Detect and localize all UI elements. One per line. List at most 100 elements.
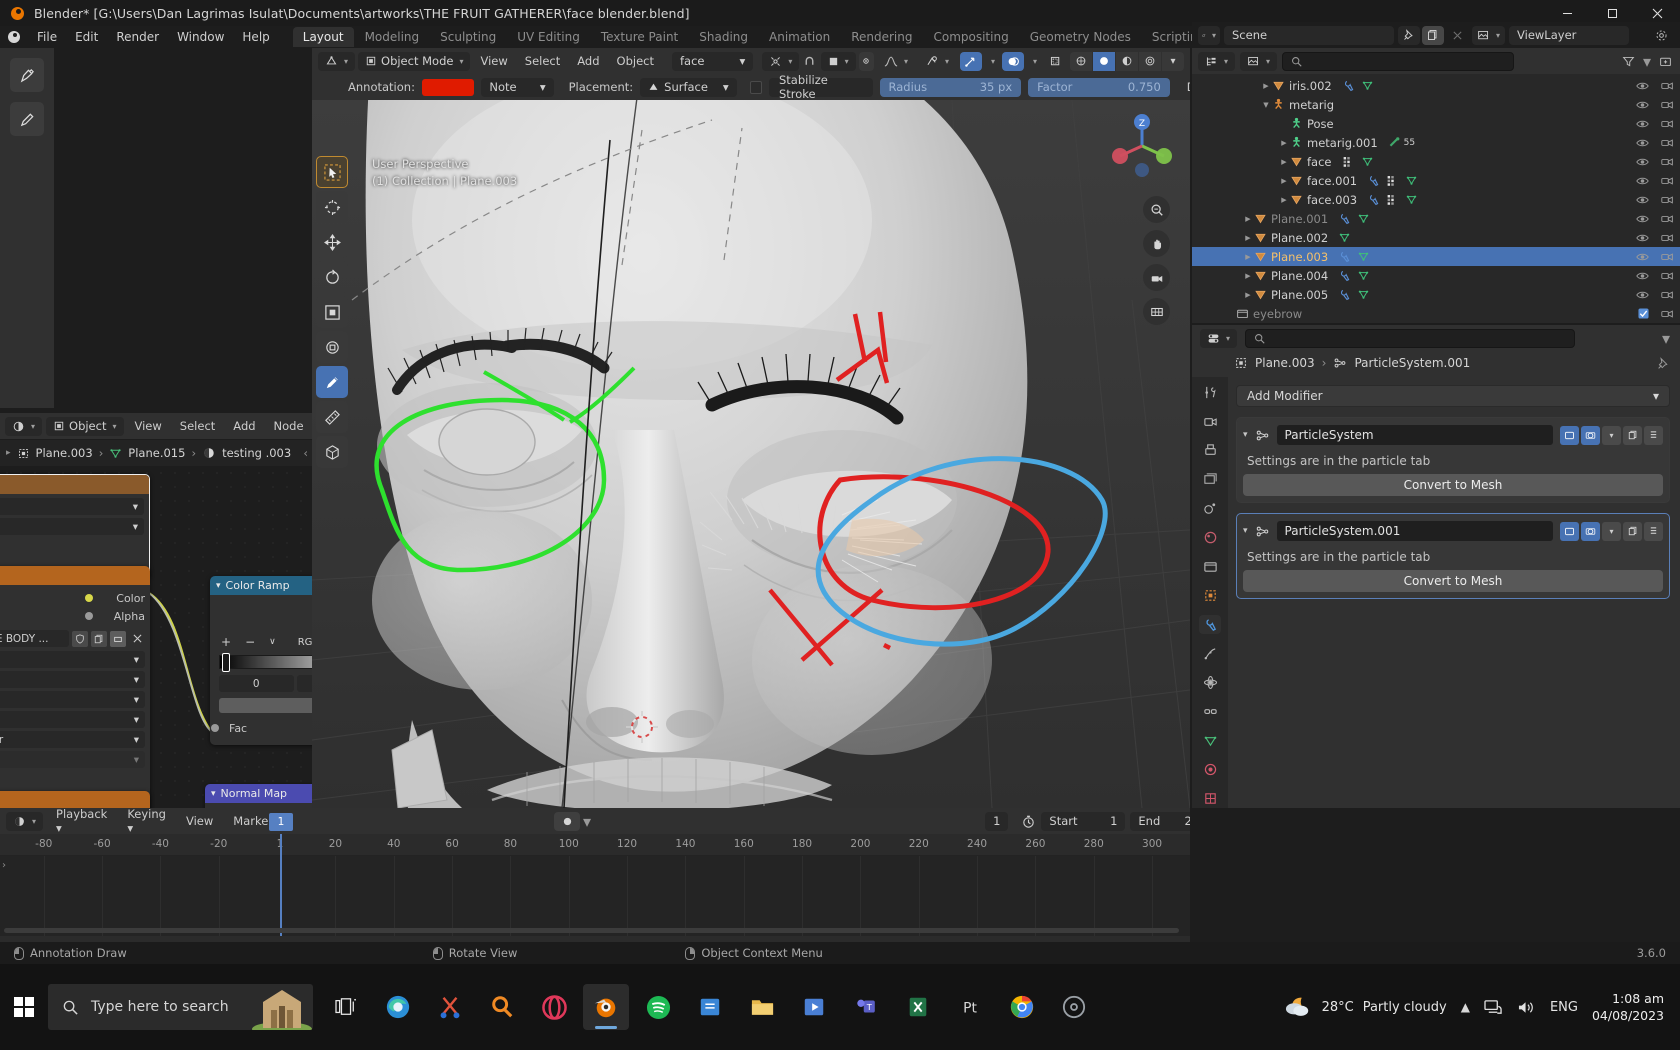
opera-icon[interactable] — [531, 984, 577, 1030]
expand-arrow[interactable]: ▶ — [1278, 196, 1290, 204]
language-indicator[interactable]: ENG — [1550, 1000, 1578, 1015]
color-ramp-node[interactable]: ▾ Color Ramp + − ∨ RG 0 Fac — [210, 576, 312, 745]
tab-uv-editing[interactable]: UV Editing — [507, 27, 590, 47]
physics-tab-icon[interactable] — [1199, 672, 1221, 692]
properties-editor-type[interactable]: ▾ — [1200, 328, 1238, 348]
modifier-name-field[interactable]: ParticleSystem — [1276, 425, 1553, 445]
outliner-row-plane-002[interactable]: ▶ Plane.002 — [1192, 228, 1680, 247]
outliner-row-face[interactable]: ▶ face — [1192, 152, 1680, 171]
disc-icon[interactable] — [1051, 984, 1097, 1030]
wrench-icon[interactable] — [1338, 269, 1351, 282]
search-app-icon[interactable] — [479, 984, 525, 1030]
output-tab-icon[interactable] — [1199, 441, 1221, 461]
scene-tab-icon[interactable] — [1199, 499, 1221, 519]
colorramp-pos-field[interactable]: Pos — [296, 675, 312, 692]
outliner-row-metarig-001[interactable]: ▶ metarig.001 55 — [1192, 133, 1680, 152]
hide-in-viewport-icon[interactable] — [1636, 80, 1649, 92]
properties-options-icon[interactable]: ▾ — [1662, 329, 1680, 348]
modifier-icon[interactable] — [1386, 174, 1399, 187]
overlays-options[interactable]: ▾ — [1028, 52, 1040, 71]
grid-icon[interactable] — [1143, 298, 1170, 325]
copy-datablock-icon[interactable] — [91, 630, 107, 647]
hide-in-viewport-icon[interactable] — [1636, 232, 1649, 244]
texture-tab-icon[interactable] — [1199, 788, 1221, 808]
fake-user-icon[interactable] — [72, 630, 88, 647]
modifier-extras-menu[interactable]: ▾ — [1602, 425, 1621, 445]
end-frame-field[interactable]: End 250 — [1130, 811, 1190, 831]
rotate-tool[interactable] — [316, 261, 348, 293]
blender-menu-icon[interactable] — [4, 28, 24, 46]
normal-image-node[interactable]: al Color Alpha WHOLLE BODY — [0, 791, 150, 808]
gizmo-options[interactable]: ▾ — [986, 52, 998, 71]
teams-icon[interactable]: T — [843, 984, 889, 1030]
expand-arrow[interactable]: ▶ — [1242, 291, 1254, 299]
disable-in-render-icon[interactable] — [1661, 175, 1674, 187]
filter-icon[interactable] — [1622, 55, 1635, 68]
disable-in-render-icon[interactable] — [1661, 118, 1674, 130]
outliner-display-mode[interactable]: ▾ — [1198, 51, 1236, 71]
disable-in-render-icon[interactable] — [1661, 99, 1674, 111]
menu-render[interactable]: Render — [107, 28, 168, 46]
expand-arrow[interactable]: ▶ — [1278, 158, 1290, 166]
shading-options[interactable]: ▾ — [1162, 51, 1185, 71]
modifier-icon[interactable] — [1342, 155, 1355, 168]
hide-in-viewport-icon[interactable] — [1636, 213, 1649, 225]
stabilize-stroke-button[interactable]: Stabilize Stroke — [768, 73, 873, 101]
hide-in-viewport-icon[interactable] — [1636, 137, 1649, 149]
select-box-tool[interactable] — [316, 156, 348, 188]
source-image-field[interactable]: mage▾ — [0, 711, 145, 728]
measure-tool[interactable] — [316, 401, 348, 433]
tab-shading[interactable]: Shading — [689, 27, 758, 47]
outliner-row-iris-002[interactable]: ▶ iris.002 — [1192, 76, 1680, 95]
menu-window[interactable]: Window — [168, 28, 233, 46]
tab-geometry-nodes[interactable]: Geometry Nodes — [1020, 27, 1141, 47]
menu-help[interactable]: Help — [233, 28, 278, 46]
bone-icon[interactable] — [1388, 136, 1401, 149]
modifier-panel-particlesystem-001[interactable]: ▾ ParticleSystem.001 ▾ Settings are in t… — [1236, 513, 1670, 599]
disable-in-render-icon[interactable] — [1661, 308, 1674, 320]
hide-in-viewport-icon[interactable] — [1636, 99, 1649, 111]
outliner[interactable]: ▾ ▾ ▾ ▶ iris.002 ▼ metarig Pose ▶ metarig.001 5… — [1192, 48, 1680, 323]
camera-icon[interactable] — [1143, 264, 1170, 291]
timeline-sidebar-toggle[interactable]: › — [2, 860, 6, 871]
volume-icon[interactable] — [1517, 999, 1536, 1016]
annotate-node-tool-icon[interactable] — [10, 102, 44, 136]
modifier-copy-icon-1[interactable] — [1623, 521, 1642, 541]
modifier-extras-menu-1[interactable]: ▾ — [1602, 521, 1621, 541]
disable-in-render-icon[interactable] — [1661, 232, 1674, 244]
normalmap-collapse-icon[interactable]: ▾ — [211, 789, 216, 799]
scene-browse-icon[interactable]: ▾ — [1198, 25, 1220, 45]
remove-datablock-icon[interactable] — [129, 631, 145, 647]
expand-arrow[interactable]: ▶ — [1242, 253, 1254, 261]
colorramp-collapse-icon[interactable]: ▾ — [216, 581, 221, 591]
tray-expand-icon[interactable]: ▲ — [1461, 1000, 1470, 1014]
mesh-data-icon[interactable] — [1405, 174, 1418, 187]
taskbar-search-box[interactable]: Type here to search — [48, 984, 313, 1030]
node-editor-type-selector[interactable]: ▾ — [5, 416, 43, 436]
add-cube-tool[interactable] — [316, 436, 348, 468]
timeline-editor[interactable]: ▾ Playback ▾ Keying ▾ View Marker ▾ 1 St… — [0, 808, 1190, 942]
stabilize-stroke-checkbox[interactable] — [749, 80, 762, 94]
add-modifier-button[interactable]: Add Modifier ▾ — [1236, 385, 1670, 407]
hide-in-viewport-icon[interactable] — [1636, 270, 1649, 282]
taskbar-clock[interactable]: 1:08 am 04/08/2023 — [1592, 990, 1670, 1024]
expand-arrow[interactable]: ▶ — [1260, 82, 1272, 90]
mesh-data-icon[interactable] — [1357, 212, 1370, 225]
cursor-tool[interactable] — [316, 191, 348, 223]
blender-icon[interactable] — [583, 984, 629, 1030]
viewlayer-name-field[interactable]: ViewLayer — [1509, 25, 1630, 45]
new-collection-icon[interactable] — [1659, 55, 1672, 68]
modifier-collapse-icon-1[interactable]: ▾ — [1243, 526, 1248, 536]
disable-in-render-icon[interactable] — [1661, 194, 1674, 206]
overlays-toggle[interactable] — [1002, 51, 1024, 71]
outliner-row-eyebrow[interactable]: eyebrow — [1192, 304, 1680, 323]
expand-arrow[interactable]: ▼ — [1260, 101, 1272, 109]
collection-checkbox[interactable] — [1638, 308, 1649, 319]
mesh-data-icon[interactable] — [1405, 193, 1418, 206]
colorramp-gradient[interactable] — [219, 653, 312, 672]
colorramp-color-swatch[interactable] — [219, 698, 312, 713]
timeline-track-area[interactable]: 1 › — [0, 813, 1190, 936]
wrench-icon[interactable] — [1342, 79, 1355, 92]
editor-type-selector[interactable]: ▾ — [318, 51, 356, 71]
pin-icon[interactable] — [1657, 356, 1670, 370]
